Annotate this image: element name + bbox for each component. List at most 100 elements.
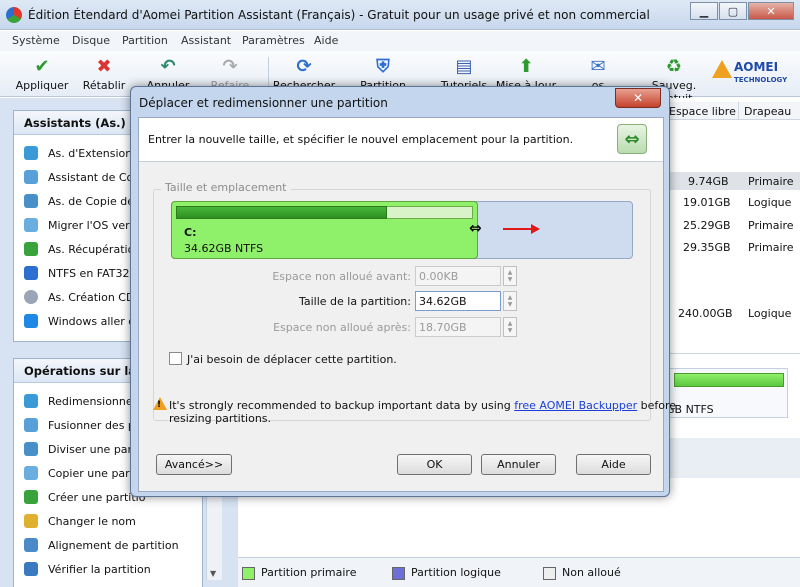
- logical-swatch-icon: [392, 566, 405, 580]
- op-align-label: Alignement de partition: [48, 538, 179, 552]
- cd-icon: [24, 290, 38, 304]
- before-label: Espace non alloué avant:: [272, 270, 411, 283]
- resize-handle-icon[interactable]: ⇔: [469, 219, 482, 237]
- aomei-logo: AOMEI TECHNOLOGY: [712, 56, 798, 92]
- recovery-icon: [24, 242, 38, 256]
- extend-icon: [24, 146, 38, 160]
- size-input[interactable]: 34.62GB: [415, 291, 501, 311]
- wizard-migrate-os-label: Migrer l'OS vers: [48, 218, 136, 232]
- group-label: Taille et emplacement: [161, 181, 291, 194]
- row-flag: Primaire: [748, 241, 794, 254]
- disk-copy-icon: [24, 194, 38, 208]
- book-icon: ▤: [455, 55, 473, 77]
- logo-mark-icon: [712, 60, 732, 78]
- dialog-close-button[interactable]: ✕: [615, 88, 661, 108]
- window-title: Édition Étendard d'Aomei Partition Assis…: [28, 8, 650, 22]
- row-free: 19.01GB: [683, 196, 731, 209]
- merge-icon: [24, 418, 38, 432]
- menu-help[interactable]: Aide: [314, 34, 338, 47]
- before-stepper[interactable]: ▲ ▼: [503, 266, 517, 286]
- op-check[interactable]: Vérifier la partition: [24, 559, 200, 579]
- col-flag[interactable]: Drapeau: [744, 105, 791, 118]
- check-icon: [24, 562, 38, 576]
- undo-icon: ↶: [160, 55, 176, 77]
- partition-size-text: 34.62GB NTFS: [184, 242, 264, 255]
- wizard-copy-disk-label: As. de Copie de: [48, 194, 134, 208]
- split-icon: [24, 442, 38, 456]
- menu-system[interactable]: Système: [12, 34, 60, 47]
- move-checkbox-label[interactable]: J'ai besoin de déplacer cette partition.: [187, 353, 397, 366]
- backup-icon: ♻: [665, 55, 683, 77]
- row-flag: Primaire: [748, 175, 794, 188]
- wizard-extend-label: As. d'Extension: [48, 146, 133, 160]
- after-input[interactable]: 18.70GB: [415, 317, 501, 337]
- legend-primary-label: Partition primaire: [261, 566, 357, 579]
- size-stepper[interactable]: ▲ ▼: [503, 291, 517, 311]
- row-flag: Logique: [748, 196, 792, 209]
- wizard-recovery-label: As. Récupératio: [48, 242, 135, 256]
- advanced-button[interactable]: Avancé>>: [156, 454, 232, 475]
- resize-icon: [24, 394, 38, 408]
- windows-icon: [24, 314, 38, 328]
- drag-arrow-icon: [531, 224, 540, 234]
- dialog-body: Entrer la nouvelle taille, et spécifier …: [138, 117, 676, 492]
- checkmark-icon: ✔: [34, 55, 50, 77]
- mail-icon: ✉: [590, 55, 606, 77]
- disk-partition-bar[interactable]: [674, 373, 784, 387]
- menu-partition[interactable]: Partition: [122, 34, 168, 47]
- row-free: 29.35GB: [683, 241, 731, 254]
- reset-label: Rétablir: [82, 79, 126, 92]
- wizard-create-cd-label: As. Création CD: [48, 290, 135, 304]
- op-check-label: Vérifier la partition: [48, 562, 151, 576]
- menu-settings[interactable]: Paramètres: [242, 34, 305, 47]
- col-free-space[interactable]: Espace libre: [669, 105, 736, 118]
- ok-button[interactable]: OK: [397, 454, 472, 475]
- op-resize-label: Redimensionner: [48, 394, 138, 408]
- migrate-icon: [24, 218, 38, 232]
- close-window-button[interactable]: ✕: [748, 2, 794, 20]
- resize-dialog: Déplacer et redimensionner une partition…: [130, 86, 676, 497]
- legend-logical: Partition logique: [392, 566, 501, 580]
- op-rename-label: Changer le nom: [48, 514, 136, 528]
- reset-button[interactable]: ✖ Rétablir: [72, 53, 136, 93]
- op-merge-label: Fusionner des pa: [48, 418, 142, 432]
- menu-disk[interactable]: Disque: [72, 34, 110, 47]
- before-input[interactable]: 0.00KB: [415, 266, 501, 286]
- app-icon: [6, 7, 22, 23]
- drag-arrow-line: [503, 228, 533, 230]
- convert-icon: [24, 266, 38, 280]
- legend-logical-label: Partition logique: [411, 566, 501, 579]
- menu-wizard[interactable]: Assistant: [181, 34, 231, 47]
- copy-icon: [24, 170, 38, 184]
- partition-block[interactable]: C: 34.62GB NTFS: [171, 201, 478, 259]
- backupper-link[interactable]: free AOMEI Backupper: [514, 399, 637, 412]
- col-divider: [738, 102, 739, 120]
- op-rename[interactable]: Changer le nom: [24, 511, 200, 531]
- legend-primary: Partition primaire: [242, 566, 356, 580]
- minimize-button[interactable]: ▁: [690, 2, 718, 20]
- resize-arrows-icon: ⇔: [617, 124, 647, 154]
- help-button[interactable]: Aide: [576, 454, 651, 475]
- search-icon: ⟳: [296, 55, 312, 77]
- legend-bar: Partition primaire Partition logique Non…: [238, 557, 800, 587]
- create-icon: [24, 490, 38, 504]
- row-flag: Primaire: [748, 219, 794, 232]
- dialog-title: Déplacer et redimensionner une partition: [139, 96, 388, 110]
- primary-swatch-icon: [242, 566, 255, 580]
- op-align[interactable]: Alignement de partition: [24, 535, 200, 555]
- warning-text-line2: resizing partitions.: [169, 412, 272, 425]
- op-split-label: Diviser une parti: [48, 442, 140, 456]
- after-stepper[interactable]: ▲ ▼: [503, 317, 517, 337]
- partition-letter: C:: [184, 226, 197, 239]
- row-flag: Logique: [748, 307, 792, 320]
- apply-button[interactable]: ✔ Appliquer: [10, 53, 74, 93]
- wizard-windows-to-go-label: Windows aller cr: [48, 314, 139, 328]
- move-checkbox[interactable]: [169, 352, 182, 365]
- after-label: Espace non alloué après:: [273, 321, 411, 334]
- apply-label: Appliquer: [15, 79, 69, 92]
- redo-icon: ↷: [222, 55, 238, 77]
- warning-text: It's strongly recommended to backup impo…: [169, 399, 676, 412]
- maximize-button[interactable]: ▢: [719, 2, 747, 20]
- warning-text-post: before: [640, 399, 677, 412]
- cancel-button[interactable]: Annuler: [481, 454, 556, 475]
